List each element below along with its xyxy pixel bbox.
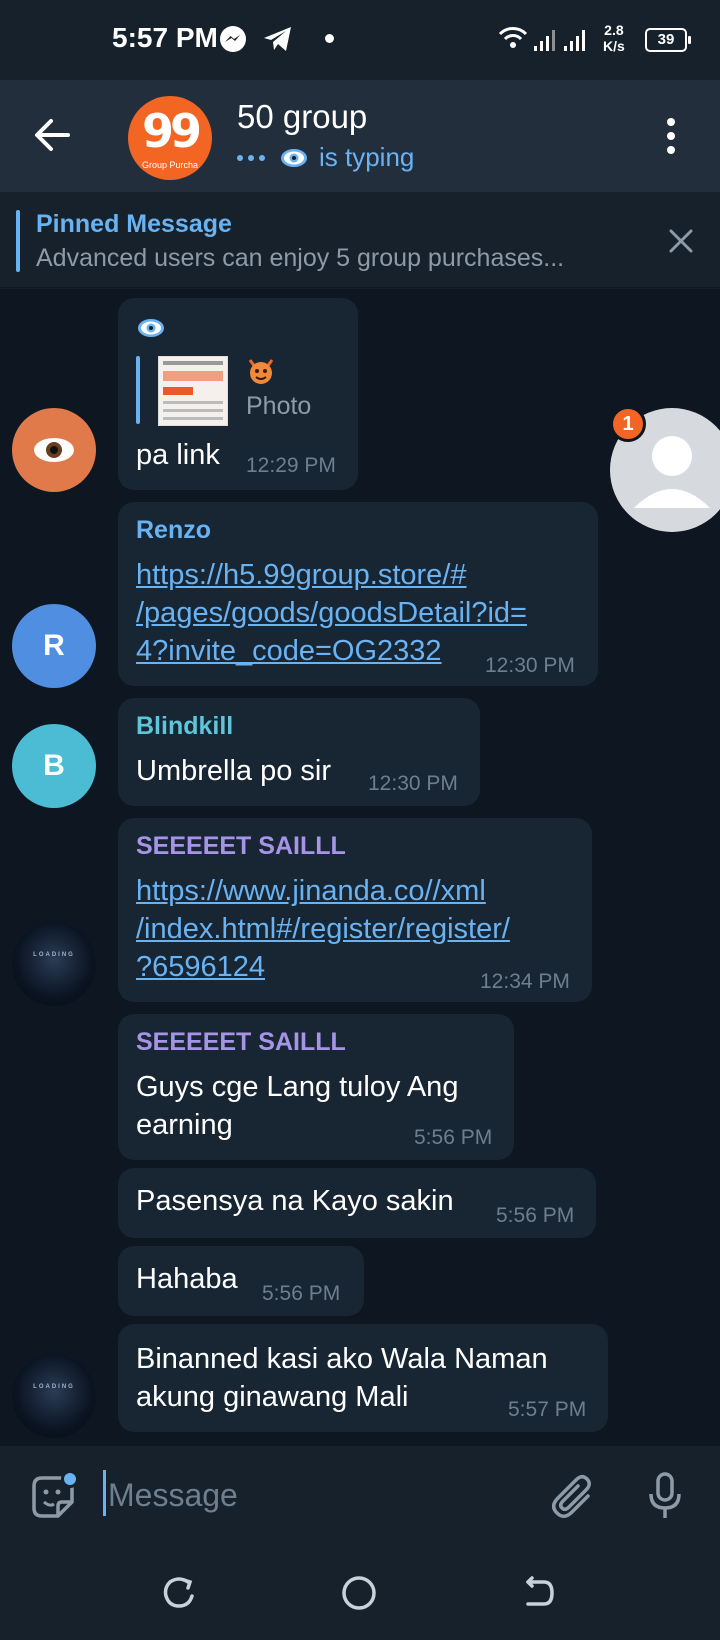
chat-header: 99 Group Purcha 50 group is typing: [0, 80, 720, 192]
message-bubble[interactable]: SEEEEET SAILLL https://www.jinanda.co//x…: [118, 818, 592, 1002]
typing-status: is typing: [237, 142, 414, 173]
status-bar: 5:57 PM 2.8 K/s 39: [0, 0, 720, 80]
message-time: 5:57 PM: [508, 1398, 587, 1421]
message-text: Hahaba: [136, 1263, 238, 1295]
message-bubble[interactable]: Photo pa link 12:29 PM: [118, 298, 358, 490]
typing-dots-icon: [237, 154, 265, 161]
message-link[interactable]: https://www.jinanda.co//xml /index.html#…: [136, 872, 510, 986]
home-icon[interactable]: [340, 1574, 378, 1612]
pinned-message[interactable]: Pinned Message Advanced users can enjoy …: [0, 192, 720, 288]
telegram-icon: [264, 27, 291, 51]
messenger-icon: [220, 26, 246, 52]
message-bubble[interactable]: Binanned kasi ako Wala Naman akung ginaw…: [118, 1324, 608, 1432]
reply-label: Photo: [246, 392, 312, 420]
pinned-accent-bar: [16, 210, 20, 272]
message-input-bar: [0, 1446, 720, 1546]
devil-emoji-icon: [248, 359, 274, 384]
sender-name: SEEEEET SAILLL: [136, 832, 346, 860]
eye-emoji-icon: [138, 319, 164, 337]
message-time: 12:34 PM: [480, 970, 570, 993]
system-nav-bar: [0, 1546, 720, 1640]
attach-icon[interactable]: [552, 1474, 596, 1520]
message-text: Guys cge Lang tuloy Ang earning: [136, 1071, 459, 1141]
reply-photo-thumbnail[interactable]: [158, 356, 228, 426]
message-text: Binanned kasi ako Wala Naman akung ginaw…: [136, 1343, 548, 1413]
avatar[interactable]: [12, 408, 96, 492]
close-icon[interactable]: [668, 228, 694, 254]
eye-icon: [34, 438, 74, 462]
status-time: 5:57 PM: [112, 22, 218, 53]
battery-indicator: 39: [645, 28, 691, 52]
avatar[interactable]: B: [12, 724, 96, 808]
message-bubble[interactable]: Pasensya na Kayo sakin 5:56 PM: [118, 1168, 596, 1238]
avatar[interactable]: LOADING: [12, 1354, 96, 1438]
message-time: 5:56 PM: [496, 1204, 575, 1227]
message-text: Umbrella po sir: [136, 755, 331, 787]
sender-name: SEEEEET SAILLL: [136, 1028, 346, 1056]
unread-badge: 1: [610, 406, 646, 442]
reply-accent-bar: [136, 356, 140, 424]
text-caret: [103, 1470, 106, 1516]
message-time: 5:56 PM: [414, 1126, 493, 1149]
microphone-icon[interactable]: [648, 1472, 682, 1520]
message-text: Pasensya na Kayo sakin: [136, 1185, 454, 1217]
network-speed: 2.8 K/s: [603, 22, 625, 54]
pinned-title: Pinned Message: [36, 210, 232, 238]
avatar[interactable]: LOADING: [12, 922, 96, 1006]
chat-title[interactable]: 50 group: [237, 98, 367, 136]
more-menu-icon[interactable]: [664, 116, 678, 156]
sticker-notification-dot: [61, 1470, 79, 1488]
message-bubble[interactable]: SEEEEET SAILLL Guys cge Lang tuloy Ang e…: [118, 1014, 514, 1160]
message-link[interactable]: https://h5.99group.store/# /pages/goods/…: [136, 556, 527, 670]
notification-dot: [325, 34, 334, 43]
group-avatar[interactable]: 99 Group Purcha: [128, 96, 212, 180]
pinned-text: Advanced users can enjoy 5 group purchas…: [36, 244, 565, 272]
message-time: 12:30 PM: [368, 772, 458, 795]
message-time: 5:56 PM: [262, 1282, 341, 1305]
sender-name: Renzo: [136, 516, 211, 544]
message-time: 12:30 PM: [485, 654, 575, 677]
avatar[interactable]: R: [12, 604, 96, 688]
message-input[interactable]: [108, 1472, 508, 1518]
recents-icon[interactable]: [160, 1574, 198, 1612]
eye-emoji-icon: [281, 148, 307, 167]
signal-icons: [498, 27, 585, 51]
back-arrow-icon[interactable]: [34, 118, 70, 152]
sender-name: Blindkill: [136, 712, 234, 740]
message-text: pa link: [136, 439, 220, 471]
back-nav-icon[interactable]: [520, 1574, 558, 1612]
message-bubble[interactable]: Blindkill Umbrella po sir 12:30 PM: [118, 698, 480, 806]
message-time: 12:29 PM: [246, 454, 336, 477]
message-bubble[interactable]: Hahaba 5:56 PM: [118, 1246, 364, 1316]
message-bubble[interactable]: Renzo https://h5.99group.store/# /pages/…: [118, 502, 598, 686]
